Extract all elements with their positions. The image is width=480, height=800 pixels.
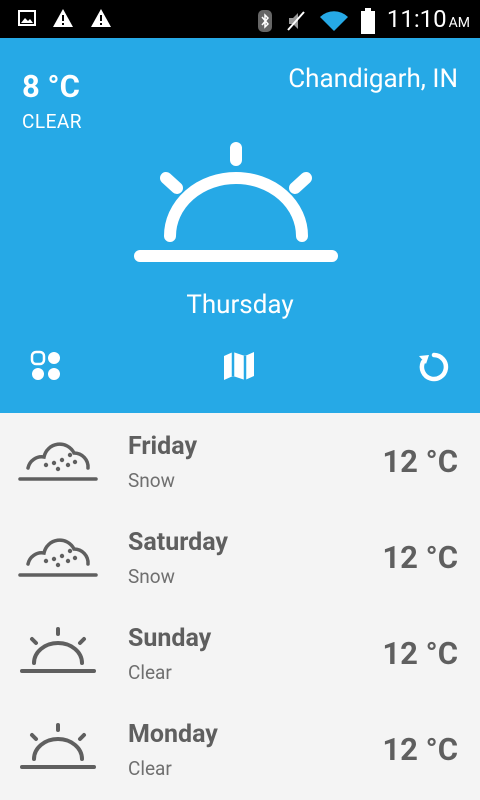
sunrise-icon: [20, 723, 96, 769]
forecast-row-saturday[interactable]: Saturday Snow 12 °C: [0, 509, 480, 605]
snow-cloud-icon: [18, 442, 98, 481]
forecast-row-monday[interactable]: Monday Clear 12 °C: [0, 701, 480, 797]
current-temperature: 8 °C: [22, 68, 80, 105]
map-icon[interactable]: [222, 350, 256, 382]
forecast-condition: Snow: [128, 565, 175, 588]
location-label[interactable]: Chandigarh, IN: [288, 64, 458, 94]
current-condition: CLEAR: [22, 110, 83, 133]
gallery-notification-icon: [18, 10, 36, 26]
status-bar: 11:10 AM: [0, 0, 480, 38]
current-day: Thursday: [186, 290, 294, 320]
snow-cloud-icon: [18, 538, 98, 577]
forecast-temperature: 12 °C: [382, 731, 458, 768]
forecast-condition: Clear: [128, 757, 172, 780]
forecast-temperature: 12 °C: [382, 635, 458, 672]
forecast-row-friday[interactable]: Friday Snow 12 °C: [0, 413, 480, 509]
mute-icon: [287, 11, 305, 31]
bluetooth-icon: [257, 10, 272, 32]
forecast-condition: Snow: [128, 469, 175, 492]
warning-notification-icon: [53, 9, 73, 27]
battery-icon: [360, 8, 375, 34]
warning-notification-icon: [91, 9, 111, 27]
refresh-icon[interactable]: [417, 350, 451, 384]
forecast-day: Sunday: [128, 624, 212, 653]
grid-icon[interactable]: [30, 350, 62, 382]
clock: 11:10 AM: [386, 5, 470, 33]
forecast-condition: Clear: [128, 661, 172, 684]
forecast-temperature: 12 °C: [382, 443, 458, 480]
forecast-temperature: 12 °C: [382, 539, 458, 576]
current-weather-panel: 8 °C CLEAR Chandigarh, IN Thursday: [0, 38, 480, 413]
forecast-list: Friday Snow 12 °C Saturday Snow 12 °C Su…: [0, 413, 480, 800]
wifi-icon: [319, 11, 348, 32]
sunrise-icon: [134, 142, 338, 262]
sunrise-icon: [20, 627, 96, 673]
forecast-day: Saturday: [128, 528, 229, 557]
forecast-day: Friday: [128, 432, 198, 461]
forecast-row-sunday[interactable]: Sunday Clear 12 °C: [0, 605, 480, 701]
forecast-day: Monday: [128, 720, 218, 749]
